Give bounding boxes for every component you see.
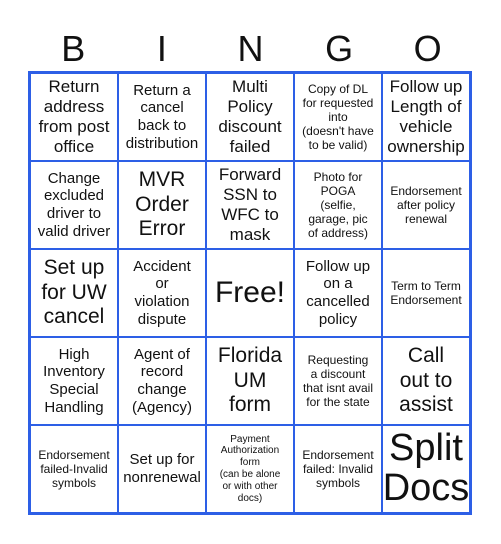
bingo-cell[interactable]: Return address from post office — [30, 73, 118, 161]
cell-text: Free! — [214, 276, 286, 310]
cell-text: Payment Authorization form (can be alone… — [219, 433, 281, 504]
cell-text: MVR Order Error — [135, 167, 189, 241]
bingo-cell[interactable]: Multi Policy discount failed — [206, 73, 294, 161]
bingo-cell[interactable]: Copy of DL for requested into (doesn't h… — [294, 73, 382, 161]
bingo-cell[interactable]: Return a cancel back to distribution — [118, 73, 206, 161]
bingo-cell[interactable]: Endorsement after policy renewal — [382, 161, 470, 249]
cell-text: Set up for UW cancel — [41, 255, 107, 329]
bingo-cell[interactable]: Agent of record change (Agency) — [118, 337, 206, 425]
cell-text: Change excluded driver to valid driver — [37, 169, 111, 240]
bingo-cell[interactable]: Set up for nonrenewal — [118, 425, 206, 513]
free-space-cell[interactable]: Free! — [206, 249, 294, 337]
cell-text: Call out to assist — [399, 343, 453, 417]
header-letter-g: G — [325, 28, 354, 69]
bingo-cell[interactable]: Accident or violation dispute — [118, 249, 206, 337]
bingo-cell[interactable]: Requesting a discount that isnt avail fo… — [294, 337, 382, 425]
bingo-cell[interactable]: Endorsement failed-Invalid symbols — [30, 425, 118, 513]
bingo-cell[interactable]: Payment Authorization form (can be alone… — [206, 425, 294, 513]
cell-text: Copy of DL for requested into (doesn't h… — [302, 81, 374, 153]
bingo-cell[interactable]: Follow up on a cancelled policy — [294, 249, 382, 337]
cell-text: Florida UM form — [217, 343, 283, 417]
bingo-cell[interactable]: Forward SSN to WFC to mask — [206, 161, 294, 249]
cell-text: Return address from post office — [38, 76, 110, 157]
bingo-cell[interactable]: Term to Term Endorsement — [382, 249, 470, 337]
cell-text: Follow up on a cancelled policy — [305, 257, 371, 328]
cell-text: Term to Term Endorsement — [390, 278, 462, 307]
cell-text: Follow up Length of vehicle ownership — [387, 76, 465, 157]
bingo-cell[interactable]: Change excluded driver to valid driver — [30, 161, 118, 249]
bingo-cell[interactable]: Endorsement failed: Invalid symbols — [294, 425, 382, 513]
cell-text: Forward SSN to WFC to mask — [218, 164, 282, 245]
header-letter-b: B — [61, 28, 86, 69]
cell-text: High Inventory Special Handling — [43, 345, 105, 416]
bingo-cell[interactable]: Set up for UW cancel — [30, 249, 118, 337]
bingo-cell[interactable]: Florida UM form — [206, 337, 294, 425]
bingo-cell[interactable]: Split Docs — [382, 425, 470, 513]
bingo-cell[interactable]: Call out to assist — [382, 337, 470, 425]
cell-text: Photo for POGA (selfie, garage, pic of a… — [307, 169, 369, 241]
cell-text: Agent of record change (Agency) — [131, 345, 193, 416]
header-letter-n: N — [237, 28, 264, 69]
bingo-card-grid: Return address from post office Return a… — [28, 71, 472, 515]
cell-text: Split Docs — [382, 427, 470, 509]
header-letter-o: O — [413, 28, 442, 69]
cell-text: Requesting a discount that isnt avail fo… — [302, 352, 374, 410]
bingo-cell[interactable]: Follow up Length of vehicle ownership — [382, 73, 470, 161]
cell-text: Set up for nonrenewal — [123, 451, 201, 486]
cell-text: Endorsement after policy renewal — [390, 183, 462, 227]
cell-text: Endorsement failed-Invalid symbols — [38, 447, 110, 491]
bingo-cell[interactable]: High Inventory Special Handling — [30, 337, 118, 425]
cell-text: Multi Policy discount failed — [218, 76, 282, 157]
bingo-header: B I N G O — [29, 26, 472, 72]
cell-text: Endorsement failed: Invalid symbols — [302, 447, 374, 491]
bingo-cell[interactable]: Photo for POGA (selfie, garage, pic of a… — [294, 161, 382, 249]
header-letter-i: I — [156, 28, 167, 69]
bingo-cell[interactable]: MVR Order Error — [118, 161, 206, 249]
cell-text: Return a cancel back to distribution — [125, 81, 199, 152]
cell-text: Accident or violation dispute — [133, 257, 191, 328]
